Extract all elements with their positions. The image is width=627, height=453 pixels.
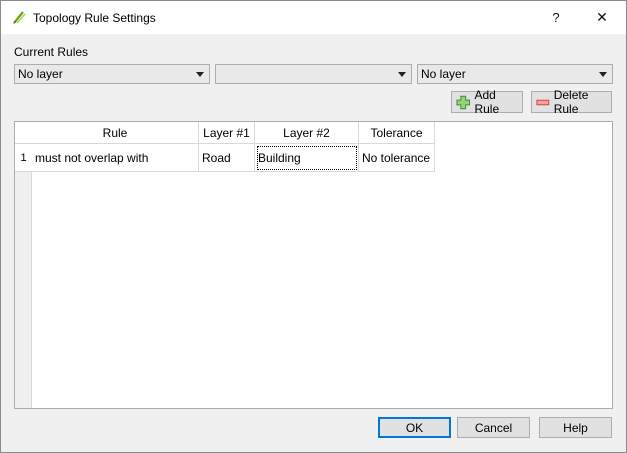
- column-header-tolerance[interactable]: Tolerance: [359, 122, 435, 144]
- table-corner: [15, 122, 32, 144]
- chevron-down-icon: [196, 72, 204, 77]
- help-button[interactable]: Help: [539, 417, 612, 438]
- rule-combo[interactable]: [215, 64, 412, 84]
- delete-rule-button[interactable]: Delete Rule: [531, 88, 612, 116]
- minus-icon: [536, 99, 550, 105]
- table-cell-tolerance[interactable]: No tolerance: [359, 144, 435, 172]
- help-icon[interactable]: ?: [534, 1, 578, 34]
- window-title: Topology Rule Settings: [33, 11, 156, 25]
- layer1-combo[interactable]: No layer: [14, 64, 210, 84]
- topology-rule-settings-dialog: Topology Rule Settings ? ✕ Current Rules…: [0, 0, 627, 453]
- column-header-layer1[interactable]: Layer #1: [199, 122, 255, 144]
- layer1-combo-value: No layer: [18, 67, 63, 81]
- title-bar: Topology Rule Settings ? ✕: [1, 1, 626, 34]
- qgis-topology-checker-icon: [13, 11, 26, 24]
- layer2-combo-value: No layer: [421, 67, 466, 81]
- chevron-down-icon: [599, 72, 607, 77]
- current-rules-label: Current Rules: [14, 45, 89, 59]
- close-icon[interactable]: ✕: [580, 1, 624, 34]
- ok-button[interactable]: OK: [378, 417, 451, 438]
- add-rule-button[interactable]: Add Rule: [451, 88, 523, 116]
- row-number[interactable]: 1: [15, 144, 32, 172]
- column-header-layer2[interactable]: Layer #2: [255, 122, 359, 144]
- layer2-combo[interactable]: No layer: [417, 64, 613, 84]
- table-cell-layer2[interactable]: Building: [255, 144, 359, 172]
- plus-icon: [456, 95, 470, 109]
- delete-rule-label: Delete Rule: [553, 88, 589, 116]
- column-header-rule[interactable]: Rule: [32, 122, 199, 144]
- chevron-down-icon: [398, 72, 406, 77]
- add-rule-label: Add Rule: [474, 88, 500, 116]
- rules-table[interactable]: Rule Layer #1 Layer #2 Tolerance 1 must …: [14, 121, 613, 409]
- table-cell-layer1[interactable]: Road: [199, 144, 255, 172]
- table-cell-rule[interactable]: must not overlap with: [32, 144, 199, 172]
- cancel-button[interactable]: Cancel: [457, 417, 530, 438]
